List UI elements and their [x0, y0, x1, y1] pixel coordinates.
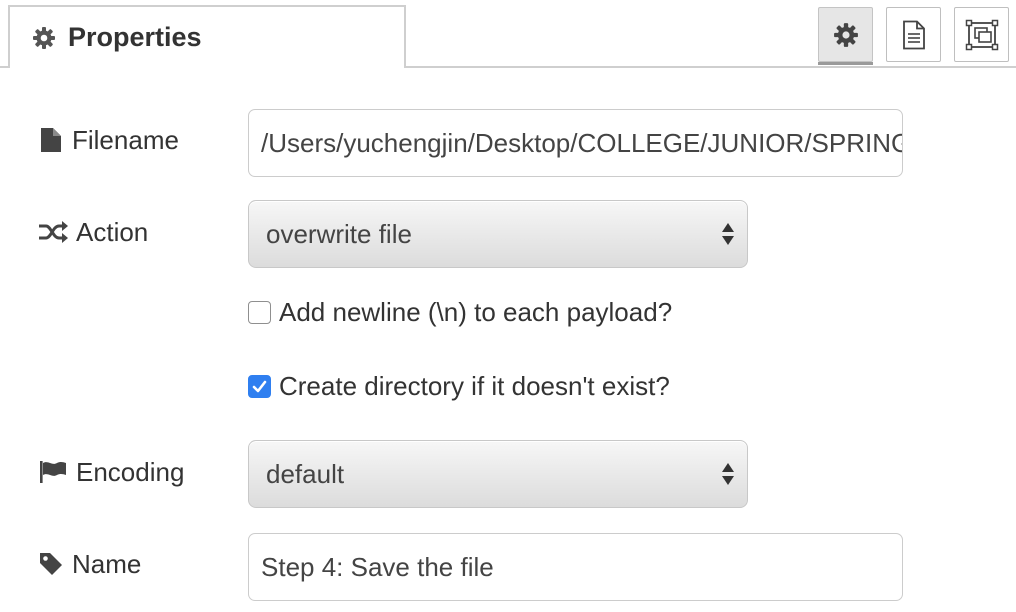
- add-newline-label: Add newline (\n) to each payload?: [279, 296, 673, 327]
- create-directory-label: Create directory if it doesn't exist?: [279, 370, 670, 401]
- create-directory-row[interactable]: Create directory if it doesn't exist?: [248, 366, 670, 406]
- node-appearance-button[interactable]: [954, 7, 1009, 62]
- name-input[interactable]: Step 4: Save the file: [248, 533, 903, 601]
- action-select[interactable]: overwrite file: [248, 200, 748, 268]
- filename-input[interactable]: /Users/yuchengjin/Desktop/COLLEGE/JUNIOR…: [248, 109, 903, 177]
- name-label: Name: [38, 544, 141, 584]
- action-selected-value: overwrite file: [266, 218, 412, 249]
- shuffle-icon: [38, 219, 68, 245]
- tab-properties[interactable]: Properties: [8, 5, 406, 68]
- filename-value: /Users/yuchengjin/Desktop/COLLEGE/JUNIOR…: [261, 127, 903, 158]
- encoding-label: Encoding: [38, 452, 184, 492]
- tag-icon: [38, 551, 64, 577]
- encoding-label-text: Encoding: [76, 456, 185, 487]
- document-icon: [902, 20, 925, 49]
- name-value: Step 4: Save the file: [261, 551, 494, 582]
- action-label-text: Action: [76, 216, 149, 247]
- file-icon: [38, 127, 64, 153]
- action-label: Action: [38, 212, 148, 252]
- filename-label: Filename: [38, 120, 179, 160]
- appearance-icon: [965, 19, 998, 50]
- name-label-text: Name: [72, 548, 142, 579]
- add-newline-checkbox[interactable]: [248, 300, 271, 324]
- tab-bar: Properties: [0, 0, 1016, 68]
- create-directory-checkbox[interactable]: [248, 374, 271, 398]
- checkmark-icon: [252, 380, 267, 392]
- flag-icon: [38, 459, 68, 485]
- select-arrows-icon: [722, 463, 734, 485]
- filename-label-text: Filename: [72, 124, 179, 155]
- gear-icon: [32, 26, 56, 50]
- node-settings-button[interactable]: [818, 7, 873, 65]
- gear-icon: [833, 22, 858, 47]
- node-description-button[interactable]: [886, 7, 941, 62]
- encoding-select[interactable]: default: [248, 440, 748, 508]
- select-arrows-icon: [722, 223, 734, 245]
- tab-label: Properties: [68, 22, 202, 52]
- encoding-selected-value: default: [266, 458, 345, 489]
- add-newline-row[interactable]: Add newline (\n) to each payload?: [248, 292, 672, 332]
